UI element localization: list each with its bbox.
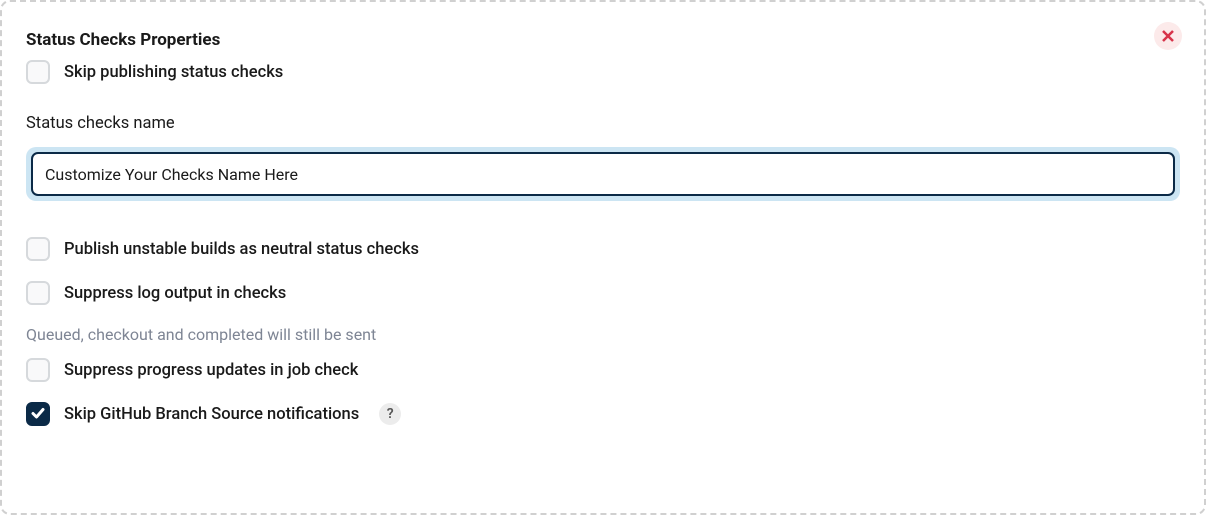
close-icon (1162, 27, 1174, 46)
status-checks-name-input-wrap (26, 147, 1180, 201)
status-checks-name-label: Status checks name (26, 114, 1180, 133)
suppress-progress-checkbox[interactable] (26, 358, 50, 382)
panel-title: Status Checks Properties (26, 30, 1180, 50)
status-checks-properties-panel: Status Checks Properties Skip publishing… (0, 0, 1206, 515)
skip-publishing-row: Skip publishing status checks (26, 60, 1180, 84)
suppress-log-checkbox[interactable] (26, 281, 50, 305)
skip-github-notifications-label: Skip GitHub Branch Source notifications (64, 405, 359, 424)
publish-unstable-row: Publish unstable builds as neutral statu… (26, 237, 1180, 261)
skip-github-notifications-checkbox[interactable] (26, 402, 50, 426)
skip-publishing-label: Skip publishing status checks (64, 63, 283, 82)
suppress-log-row: Suppress log output in checks (26, 281, 1180, 305)
help-badge[interactable]: ? (379, 403, 401, 425)
close-button[interactable] (1154, 22, 1182, 50)
check-icon (31, 405, 45, 424)
suppress-progress-label: Suppress progress updates in job check (64, 361, 358, 380)
skip-github-notifications-row: Skip GitHub Branch Source notifications … (26, 402, 1180, 426)
suppress-log-label: Suppress log output in checks (64, 284, 286, 303)
skip-publishing-checkbox[interactable] (26, 60, 50, 84)
suppress-progress-row: Suppress progress updates in job check (26, 358, 1180, 382)
publish-unstable-label: Publish unstable builds as neutral statu… (64, 240, 419, 259)
status-checks-name-input[interactable] (31, 152, 1175, 196)
suppress-progress-hint: Queued, checkout and completed will stil… (26, 325, 1180, 344)
status-checks-name-field: Status checks name (26, 114, 1180, 201)
publish-unstable-checkbox[interactable] (26, 237, 50, 261)
